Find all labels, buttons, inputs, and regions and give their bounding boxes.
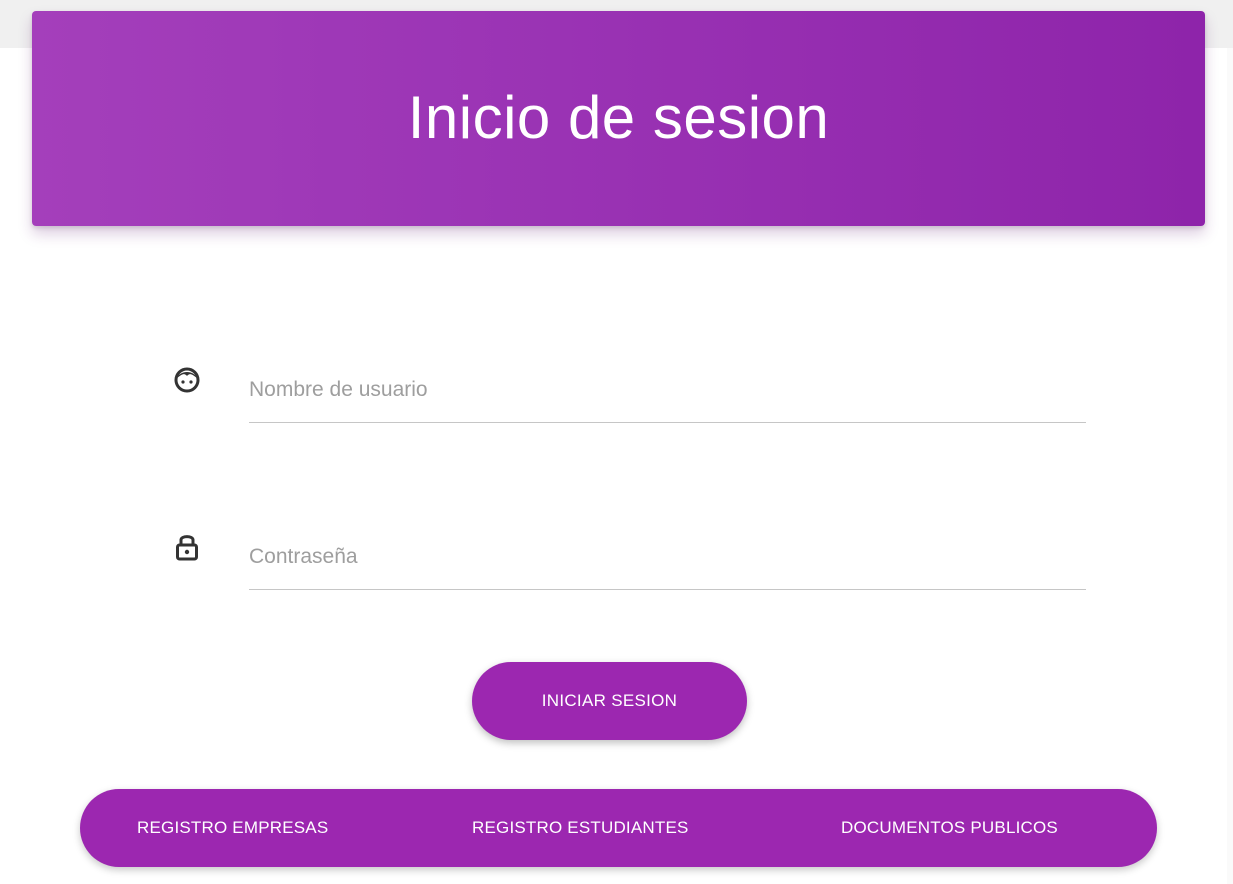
- login-card: Inicio de sesion INICIAR SESION REGISTRO…: [0, 0, 1233, 884]
- password-field-group: [170, 525, 1086, 595]
- password-input[interactable]: [249, 525, 1086, 590]
- username-input[interactable]: [249, 358, 1086, 423]
- lock-icon: [176, 535, 198, 561]
- login-header: Inicio de sesion: [32, 11, 1205, 226]
- page-title: Inicio de sesion: [407, 84, 830, 151]
- nav-registro-empresas[interactable]: REGISTRO EMPRESAS: [137, 789, 328, 867]
- nav-documentos-publicos[interactable]: DOCUMENTOS PUBLICOS: [841, 789, 1058, 867]
- nav-registro-estudiantes[interactable]: REGISTRO ESTUDIANTES: [472, 789, 689, 867]
- login-button[interactable]: INICIAR SESION: [472, 662, 747, 740]
- face-icon: [174, 367, 200, 393]
- bottom-nav: REGISTRO EMPRESAS REGISTRO ESTUDIANTES D…: [80, 789, 1157, 867]
- username-field-group: [170, 358, 1086, 428]
